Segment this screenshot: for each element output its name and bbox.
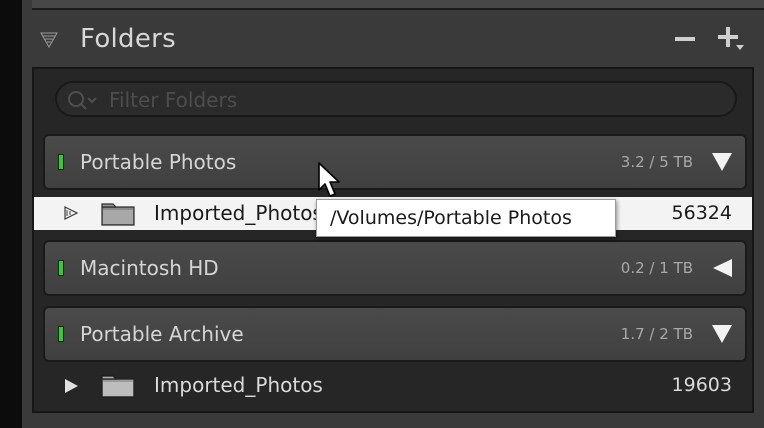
- volume-portable-photos[interactable]: Portable Photos 3.2 / 5 TB: [43, 134, 747, 190]
- filter-folders-input[interactable]: [107, 87, 711, 113]
- mouse-pointer-icon: [318, 162, 340, 197]
- expanded-triangle-icon[interactable]: [711, 324, 733, 344]
- volume-status-indicator: [58, 260, 64, 276]
- folder-row-imported-photos-archive[interactable]: Imported_Photos 19603: [34, 369, 752, 402]
- folder-icon: [101, 375, 135, 398]
- remove-folder-button[interactable]: [674, 28, 696, 50]
- expanded-triangle-icon[interactable]: [711, 152, 733, 172]
- tooltip-text: /Volumes/Portable Photos: [330, 207, 572, 229]
- folder-name: Imported_Photos: [154, 373, 323, 397]
- volume-portable-archive[interactable]: Portable Archive 1.7 / 2 TB: [43, 306, 747, 362]
- panel-header[interactable]: Folders: [22, 18, 764, 64]
- volume-usage: 1.7 / 2 TB: [620, 325, 693, 343]
- folder-photo-count: 56324: [671, 202, 732, 224]
- plus-dropdown-icon: [718, 27, 744, 50]
- volume-path-tooltip: /Volumes/Portable Photos: [316, 199, 616, 237]
- minus-icon: [675, 37, 695, 41]
- disclosure-triangle-icon[interactable]: [63, 378, 79, 394]
- panel-title: Folders: [80, 24, 176, 54]
- volume-status-indicator: [58, 326, 64, 342]
- search-icon[interactable]: [67, 90, 101, 110]
- folder-name: Imported_Photos: [154, 201, 323, 225]
- collapsed-triangle-icon[interactable]: [711, 258, 733, 278]
- left-edge: [0, 0, 22, 428]
- disclosure-triangle-icon[interactable]: [63, 206, 79, 220]
- folder-icon: [101, 203, 135, 226]
- volume-usage: 3.2 / 5 TB: [620, 153, 693, 171]
- volume-name: Portable Photos: [80, 150, 237, 174]
- volume-macintosh-hd[interactable]: Macintosh HD 0.2 / 1 TB: [43, 240, 747, 296]
- collapse-triangle-icon[interactable]: [40, 32, 58, 48]
- volume-name: Macintosh HD: [80, 256, 219, 280]
- top-divider: [32, 0, 764, 10]
- add-folder-button[interactable]: [716, 26, 746, 54]
- folders-list: Portable Photos 3.2 / 5 TB Imported_Phot…: [32, 67, 754, 413]
- filter-folders-field[interactable]: [55, 81, 737, 117]
- volume-status-indicator: [58, 154, 64, 170]
- folder-photo-count: 19603: [671, 374, 732, 396]
- volume-usage: 0.2 / 1 TB: [620, 259, 693, 277]
- volume-name: Portable Archive: [80, 322, 244, 346]
